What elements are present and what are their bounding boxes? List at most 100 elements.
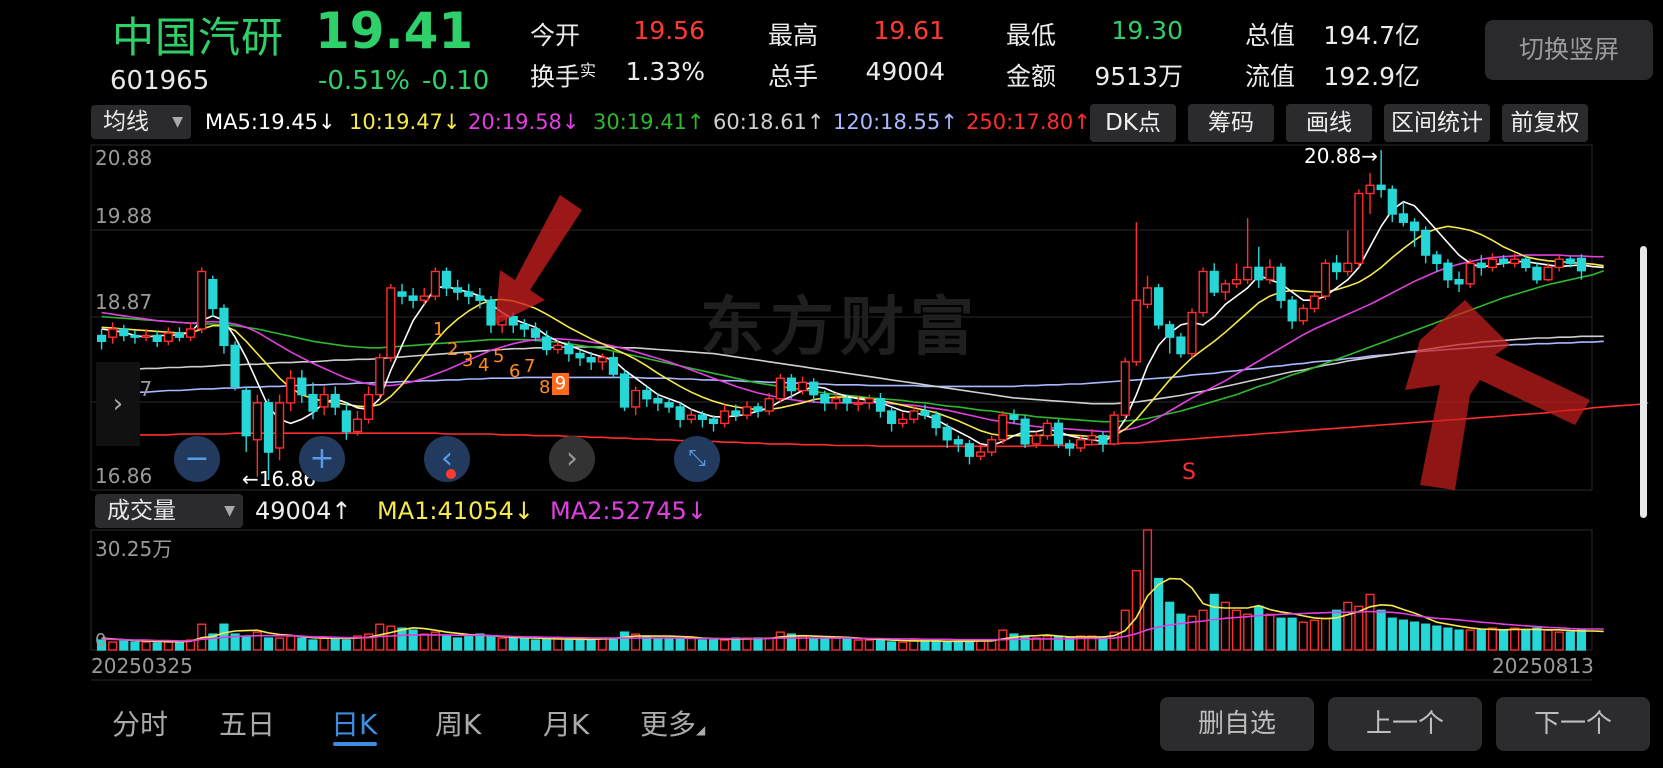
tab-monthly-k[interactable]: 月K [543, 703, 589, 743]
candle-body [853, 402, 863, 406]
candle-body [708, 418, 719, 425]
volume-bar [553, 637, 563, 651]
volume-indicator-select[interactable]: 成交量 ▼ [95, 494, 243, 528]
tab-five-day[interactable]: 五日 [219, 703, 275, 743]
tab-more-label: 更多 [640, 708, 697, 741]
tab-more[interactable]: 更多◢ [640, 703, 705, 743]
candle-body [1409, 221, 1420, 232]
candle-body [1198, 270, 1208, 314]
volume-bar [130, 641, 140, 651]
volume-bar [1243, 613, 1253, 651]
candle-body [263, 402, 274, 453]
tab-weekly-k[interactable]: 周K [435, 703, 481, 743]
candle-body [1120, 361, 1130, 416]
volume-bar [575, 639, 585, 651]
candle-body [1454, 279, 1464, 285]
chevron-right-small-icon: › [112, 389, 124, 419]
candle-body [1131, 299, 1141, 363]
candle-body [174, 332, 185, 338]
candle-body [1298, 307, 1308, 322]
vertical-scrollbar[interactable] [1640, 246, 1647, 518]
remove-watchlist-button[interactable]: 删自选 [1160, 697, 1314, 751]
candle-body [1521, 258, 1531, 269]
nine-turn-8: 8 [539, 377, 551, 398]
candle-body [753, 406, 763, 412]
candle-body [1465, 262, 1475, 285]
candle-body [931, 414, 941, 429]
volume-bar [308, 639, 318, 651]
candle-body [464, 291, 474, 297]
volume-ma1: MA1:41054↓ [377, 497, 534, 525]
volume-bar [1265, 613, 1275, 651]
candle-body [1309, 295, 1319, 310]
candle-body [486, 299, 496, 326]
volume-bar [263, 637, 274, 651]
volume-bar [697, 639, 708, 651]
candle-body [953, 439, 963, 445]
zoom-in-button[interactable]: + [299, 436, 345, 482]
candle-body [864, 398, 874, 404]
candle-body [364, 393, 374, 420]
candle-body [1076, 439, 1086, 449]
candle-body [352, 418, 363, 433]
volume-bar [1432, 625, 1442, 651]
candle-body [920, 410, 930, 416]
volume-bar [898, 641, 908, 651]
price-axis-label-2: 19.88 [95, 204, 153, 228]
candle-body [252, 402, 262, 441]
volume-bar [1298, 621, 1308, 651]
volume-bar [842, 637, 852, 651]
candle-body [430, 270, 440, 297]
reset-zoom-button[interactable]: ⤡ [674, 436, 720, 482]
candle-body [219, 307, 229, 347]
candle-body [419, 295, 429, 301]
tab-intraday[interactable]: 分时 [112, 703, 168, 743]
volume-bar [1465, 629, 1475, 651]
volume-bar [820, 637, 830, 651]
candle-body [631, 389, 641, 408]
candle-body [1287, 299, 1297, 322]
candle-body [96, 334, 107, 342]
move-left-button[interactable]: ‹ [424, 436, 470, 482]
plus-icon: + [309, 441, 335, 476]
side-expand-handle[interactable]: › [96, 362, 140, 446]
volume-bar [731, 637, 741, 651]
tab-daily-k[interactable]: 日K [331, 703, 377, 743]
volume-bar [519, 637, 529, 651]
volume-bar [1543, 629, 1553, 651]
candle-body [119, 328, 129, 337]
candle-body [274, 402, 285, 449]
price-axis-label-top: 20.88 [95, 146, 153, 170]
volume-bar [886, 641, 897, 651]
volume-bar [720, 639, 730, 651]
left-arrow-icon: ← [242, 467, 259, 491]
candle-body [575, 352, 585, 359]
volume-bar [586, 639, 596, 651]
candle-body [797, 381, 808, 392]
previous-stock-button[interactable]: 上一个 [1328, 697, 1482, 751]
candle-body [1020, 418, 1030, 445]
volume-bar [1576, 629, 1587, 651]
minus-icon: − [184, 441, 210, 476]
candle-body [1176, 336, 1186, 355]
candle-body [319, 393, 329, 408]
volume-bar [1343, 601, 1353, 651]
volume-bar [152, 642, 162, 651]
volume-bar [742, 637, 752, 651]
candle-body [1376, 184, 1386, 191]
volume-bar [1376, 609, 1386, 651]
candle-body [530, 328, 541, 338]
volume-bar [297, 637, 307, 651]
candle-body [1476, 262, 1486, 269]
zoom-out-button[interactable]: − [174, 436, 220, 482]
kline-chart[interactable] [0, 0, 1663, 768]
candle-body [775, 377, 785, 400]
volume-bar [753, 637, 763, 651]
next-stock-button[interactable]: 下一个 [1496, 697, 1650, 751]
high-marker-value: 20.88 [1304, 144, 1362, 168]
candle-body [664, 402, 674, 408]
candle-body [152, 334, 162, 342]
volume-bar [252, 631, 262, 651]
candle-body [1109, 414, 1119, 445]
move-right-button[interactable]: › [549, 436, 595, 482]
